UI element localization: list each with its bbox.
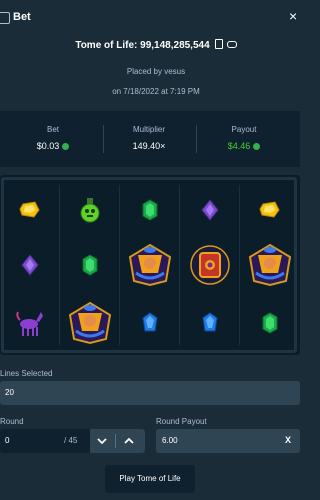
stat-bet-value: $0.03 bbox=[36, 141, 60, 151]
chevron-down-icon[interactable] bbox=[97, 437, 107, 445]
clear-icon[interactable]: X bbox=[285, 435, 291, 445]
modal-header: Bet × bbox=[0, 0, 312, 36]
currency-icon bbox=[62, 143, 70, 150]
gold-gem-icon bbox=[19, 201, 41, 224]
green-potion-icon bbox=[78, 196, 102, 229]
tome-scatter-icon bbox=[188, 243, 232, 292]
stat-payout-label: Payout bbox=[231, 125, 257, 134]
gold-gem-icon bbox=[259, 201, 281, 224]
bet-stats-panel: Bet $0.03 Multiplier 149.40× Payout $4.4… bbox=[0, 111, 300, 167]
round-label: Round bbox=[0, 417, 24, 426]
green-gem-icon bbox=[82, 254, 98, 281]
round-payout-value: 6.00 bbox=[162, 436, 178, 445]
purple-gem-icon bbox=[201, 199, 219, 226]
round-payout-label: Round Payout bbox=[156, 417, 207, 426]
purple-gem-icon bbox=[21, 254, 39, 281]
stat-bet-label: Bet bbox=[46, 125, 59, 134]
modal-title: Bet bbox=[13, 11, 31, 23]
stat-payout-value-row: $4.46 bbox=[194, 141, 294, 151]
stat-payout: Payout $4.46 bbox=[194, 111, 294, 167]
round-payout-field[interactable]: 6.00 X bbox=[156, 429, 300, 453]
pharaoh-wild-icon bbox=[246, 243, 294, 292]
stat-bet-value-row: $0.03 bbox=[3, 141, 103, 151]
stat-multiplier-value: 149.40× bbox=[132, 141, 166, 151]
bet-icon bbox=[0, 12, 10, 24]
blue-gem-icon bbox=[202, 312, 218, 339]
green-gem-icon bbox=[142, 199, 158, 226]
link-icon[interactable] bbox=[226, 41, 237, 48]
game-title-row: Tome of Life: 99,148,285,544 bbox=[0, 39, 312, 51]
stat-bet: Bet $0.03 bbox=[3, 111, 103, 167]
pharaoh-wild-icon bbox=[66, 301, 114, 350]
game-title: Tome of Life: 99,148,285,544 bbox=[75, 40, 210, 51]
bet-date: on 7/18/2022 at 7:19 PM bbox=[112, 87, 200, 96]
stepper-divider bbox=[115, 434, 116, 448]
green-gem-icon bbox=[262, 312, 278, 339]
lines-input[interactable]: 20 bbox=[0, 381, 300, 405]
purple-horse-icon bbox=[15, 308, 45, 343]
round-total: / 45 bbox=[64, 436, 78, 445]
stat-payout-value: $4.46 bbox=[227, 141, 251, 151]
currency-icon bbox=[253, 143, 261, 150]
blue-gem-icon bbox=[142, 312, 158, 339]
close-icon[interactable]: × bbox=[289, 8, 297, 24]
pharaoh-wild-icon bbox=[126, 243, 174, 292]
slot-board bbox=[0, 175, 300, 355]
placed-by: Placed by vesus bbox=[126, 67, 186, 76]
lines-label: Lines Selected bbox=[0, 369, 53, 378]
round-stepper: 0 / 45 bbox=[0, 429, 145, 453]
lines-value: 20 bbox=[5, 388, 14, 397]
play-button[interactable]: Play Tome of Life bbox=[105, 465, 195, 493]
copy-icon[interactable] bbox=[214, 39, 223, 49]
stat-multiplier: Multiplier 149.40× bbox=[99, 111, 199, 167]
round-value[interactable]: 0 bbox=[5, 436, 9, 445]
stat-multiplier-label: Multiplier bbox=[132, 125, 165, 134]
chevron-up-icon[interactable] bbox=[124, 437, 134, 445]
stepper-buttons bbox=[90, 429, 145, 453]
